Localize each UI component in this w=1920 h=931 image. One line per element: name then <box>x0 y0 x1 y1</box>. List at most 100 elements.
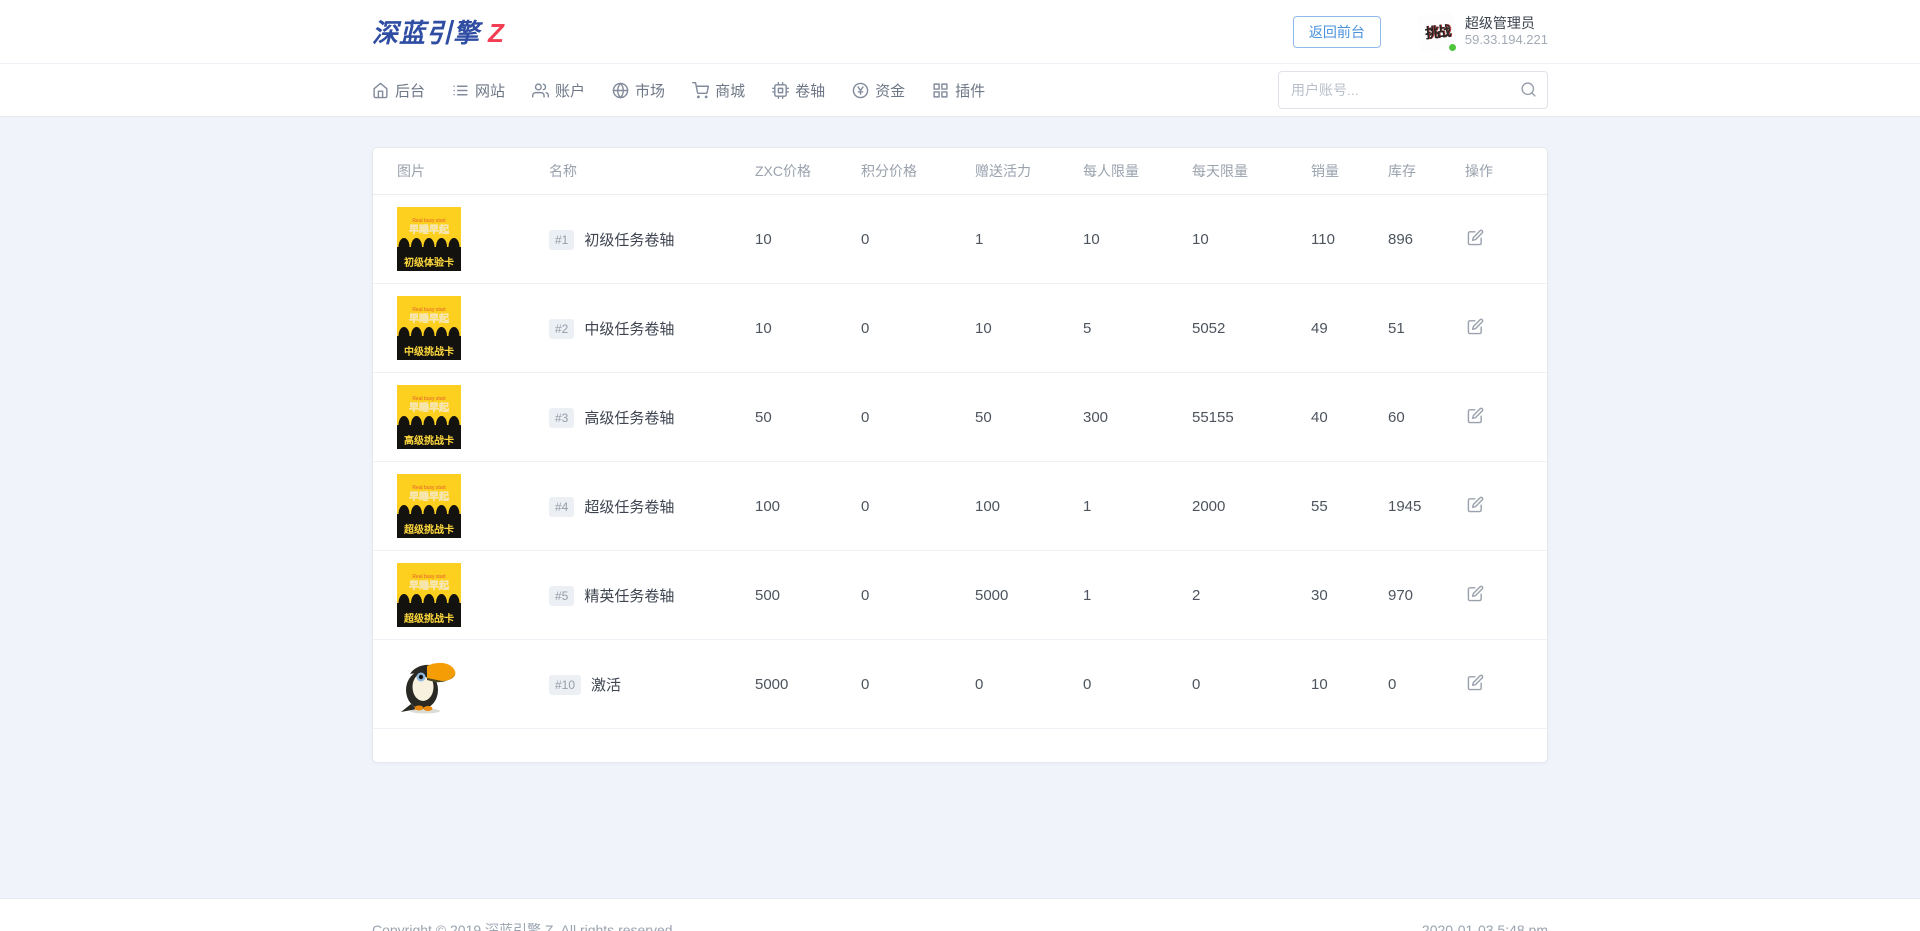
table-row: #10激活 5000 0 0 0 0 10 0 <box>373 640 1547 729</box>
col-sales: 销量 <box>1311 148 1388 195</box>
edit-button[interactable] <box>1465 316 1486 340</box>
sales-cell: 49 <box>1311 284 1388 373</box>
edit-button[interactable] <box>1465 405 1486 429</box>
home-icon <box>372 82 389 99</box>
nav-item-scrolls[interactable]: 卷轴 <box>772 80 825 101</box>
card-bottom-spacer <box>373 729 1547 762</box>
sales-cell: 55 <box>1311 462 1388 551</box>
items-table-card: 图片 名称 ZXC价格 积分价格 赠送活力 每人限量 每天限量 销量 库存 操作 <box>372 147 1548 763</box>
col-gift-vitality: 赠送活力 <box>975 148 1083 195</box>
edit-button[interactable] <box>1465 227 1486 251</box>
nav-item-accounts[interactable]: 账户 <box>532 80 585 101</box>
avatar[interactable]: 挑战 <box>1419 14 1455 50</box>
item-image-card: Real busy start早睡早起超级挑战卡 <box>397 474 461 538</box>
svg-text:初级体验卡: 初级体验卡 <box>404 256 454 269</box>
item-name: 激活 <box>591 677 621 694</box>
col-points-price: 积分价格 <box>861 148 975 195</box>
col-per-person-limit: 每人限量 <box>1083 148 1192 195</box>
table-row: Real busy start早睡早起中级挑战卡 #2中级任务卷轴 10 0 1… <box>373 284 1547 373</box>
svg-text:Real busy start: Real busy start <box>412 574 446 580</box>
nav-item-plugins[interactable]: 插件 <box>932 80 985 101</box>
nav-label: 资金 <box>875 80 905 101</box>
user-account-search-input[interactable] <box>1278 71 1548 109</box>
footer-datetime: 2020-01-03 5:48 pm <box>1422 922 1548 931</box>
gift-vitality-cell: 50 <box>975 373 1083 462</box>
per-person-limit-cell: 300 <box>1083 373 1192 462</box>
items-table: 图片 名称 ZXC价格 积分价格 赠送活力 每人限量 每天限量 销量 库存 操作 <box>373 148 1547 729</box>
item-name: 高级任务卷轴 <box>584 410 674 427</box>
table-header-row: 图片 名称 ZXC价格 积分价格 赠送活力 每人限量 每天限量 销量 库存 操作 <box>373 148 1547 195</box>
item-image-card: Real busy start早睡早起超级挑战卡 <box>397 563 461 627</box>
nav-item-website[interactable]: 网站 <box>452 80 505 101</box>
users-icon <box>532 82 549 99</box>
table-row: Real busy start早睡早起超级挑战卡 #5精英任务卷轴 500 0 … <box>373 551 1547 640</box>
stock-cell: 896 <box>1388 195 1465 284</box>
svg-text:Real busy start: Real busy start <box>412 396 446 402</box>
table-row: Real busy start早睡早起初级体验卡 #1初级任务卷轴 10 0 1… <box>373 195 1547 284</box>
logo[interactable]: 深蓝引擎 Z <box>372 13 504 50</box>
edit-button[interactable] <box>1465 494 1486 518</box>
svg-text:早睡早起: 早睡早起 <box>409 490 450 503</box>
svg-text:Real busy start: Real busy start <box>412 218 446 224</box>
table-row: Real busy start早睡早起超级挑战卡 #4超级任务卷轴 100 0 … <box>373 462 1547 551</box>
edit-icon <box>1467 585 1484 602</box>
table-row: Real busy start早睡早起高级挑战卡 #3高级任务卷轴 50 0 5… <box>373 373 1547 462</box>
svg-text:早睡早起: 早睡早起 <box>409 579 450 592</box>
daily-limit-cell: 2000 <box>1192 462 1311 551</box>
nav-label: 账户 <box>555 80 585 101</box>
edit-button[interactable] <box>1465 672 1486 696</box>
nav-label: 市场 <box>635 80 665 101</box>
gift-vitality-cell: 10 <box>975 284 1083 373</box>
col-daily-limit: 每天限量 <box>1192 148 1311 195</box>
search-icon[interactable] <box>1520 81 1537 98</box>
daily-limit-cell: 2 <box>1192 551 1311 640</box>
col-stock: 库存 <box>1388 148 1465 195</box>
sales-cell: 10 <box>1311 640 1388 729</box>
nav-item-backend[interactable]: 后台 <box>372 80 425 101</box>
gift-vitality-cell: 100 <box>975 462 1083 551</box>
rank-badge: #10 <box>549 675 581 695</box>
edit-icon <box>1467 674 1484 691</box>
logo-accent: Z <box>488 18 504 49</box>
item-image-card: Real busy start早睡早起高级挑战卡 <box>397 385 461 449</box>
nav-item-market[interactable]: 市场 <box>612 80 665 101</box>
per-person-limit-cell: 5 <box>1083 284 1192 373</box>
rank-badge: #5 <box>549 586 574 606</box>
gift-vitality-cell: 0 <box>975 640 1083 729</box>
points-price-cell: 0 <box>861 373 975 462</box>
item-name: 超级任务卷轴 <box>584 499 674 516</box>
points-price-cell: 0 <box>861 640 975 729</box>
nav-item-funds[interactable]: 资金 <box>852 80 905 101</box>
per-person-limit-cell: 0 <box>1083 640 1192 729</box>
main-navbar: 后台 网站 账户 市场 商城 卷轴 <box>0 63 1920 117</box>
sales-cell: 110 <box>1311 195 1388 284</box>
zxc-price-cell: 500 <box>755 551 861 640</box>
svg-text:超级挑战卡: 超级挑战卡 <box>403 612 454 625</box>
list-icon <box>452 82 469 99</box>
daily-limit-cell: 55155 <box>1192 373 1311 462</box>
nav-label: 插件 <box>955 80 985 101</box>
daily-limit-cell: 0 <box>1192 640 1311 729</box>
online-status-dot <box>1447 42 1458 53</box>
daily-limit-cell: 10 <box>1192 195 1311 284</box>
main-content: 图片 名称 ZXC价格 积分价格 赠送活力 每人限量 每天限量 销量 库存 操作 <box>0 147 1920 898</box>
rank-badge: #2 <box>549 319 574 339</box>
item-name: 精英任务卷轴 <box>584 588 674 605</box>
globe-icon <box>612 82 629 99</box>
nav-item-mall[interactable]: 商城 <box>692 80 745 101</box>
item-name: 初级任务卷轴 <box>584 232 674 249</box>
svg-text:早睡早起: 早睡早起 <box>409 312 450 325</box>
user-ip: 59.33.194.221 <box>1465 32 1548 48</box>
per-person-limit-cell: 10 <box>1083 195 1192 284</box>
back-to-front-button[interactable]: 返回前台 <box>1293 16 1381 48</box>
stock-cell: 0 <box>1388 640 1465 729</box>
gift-vitality-cell: 5000 <box>975 551 1083 640</box>
zxc-price-cell: 100 <box>755 462 861 551</box>
col-zxc-price: ZXC价格 <box>755 148 861 195</box>
item-name: 中级任务卷轴 <box>584 321 674 338</box>
edit-icon <box>1467 496 1484 513</box>
edit-button[interactable] <box>1465 583 1486 607</box>
points-price-cell: 0 <box>861 284 975 373</box>
points-price-cell: 0 <box>861 551 975 640</box>
stock-cell: 60 <box>1388 373 1465 462</box>
